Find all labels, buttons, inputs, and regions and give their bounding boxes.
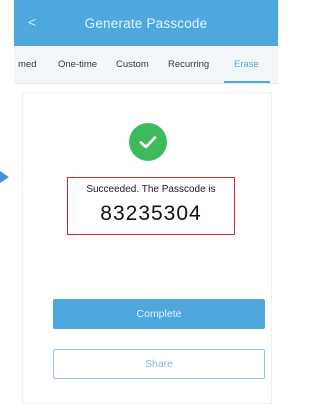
tab-one-time[interactable]: One-time — [58, 46, 97, 84]
success-message: Succeeded. The Passcode is — [86, 184, 216, 195]
result-card: Succeeded. The Passcode is 83235304 Comp… — [22, 92, 272, 404]
tab-bar: med One-time Custom Recurring Erase — [14, 46, 278, 84]
complete-button[interactable]: Complete — [53, 299, 265, 329]
chevron-left-icon[interactable]: < — [28, 14, 36, 30]
tab-custom[interactable]: Custom — [116, 46, 149, 84]
share-button[interactable]: Share — [53, 349, 265, 379]
tab-recurring[interactable]: Recurring — [168, 46, 209, 84]
app-header: < Generate Passcode — [14, 0, 278, 46]
tab-timed[interactable]: med — [18, 46, 36, 84]
passcode-result-box: Succeeded. The Passcode is 83235304 — [67, 177, 235, 235]
page-title: Generate Passcode — [84, 15, 208, 31]
phone-screen: < Generate Passcode med One-time Custom … — [14, 0, 278, 409]
passcode-value: 83235304 — [100, 202, 202, 225]
pointer-arrow-icon — [0, 171, 9, 183]
success-check-icon — [129, 123, 167, 161]
tab-erase[interactable]: Erase — [234, 46, 259, 84]
active-tab-indicator — [224, 81, 270, 83]
